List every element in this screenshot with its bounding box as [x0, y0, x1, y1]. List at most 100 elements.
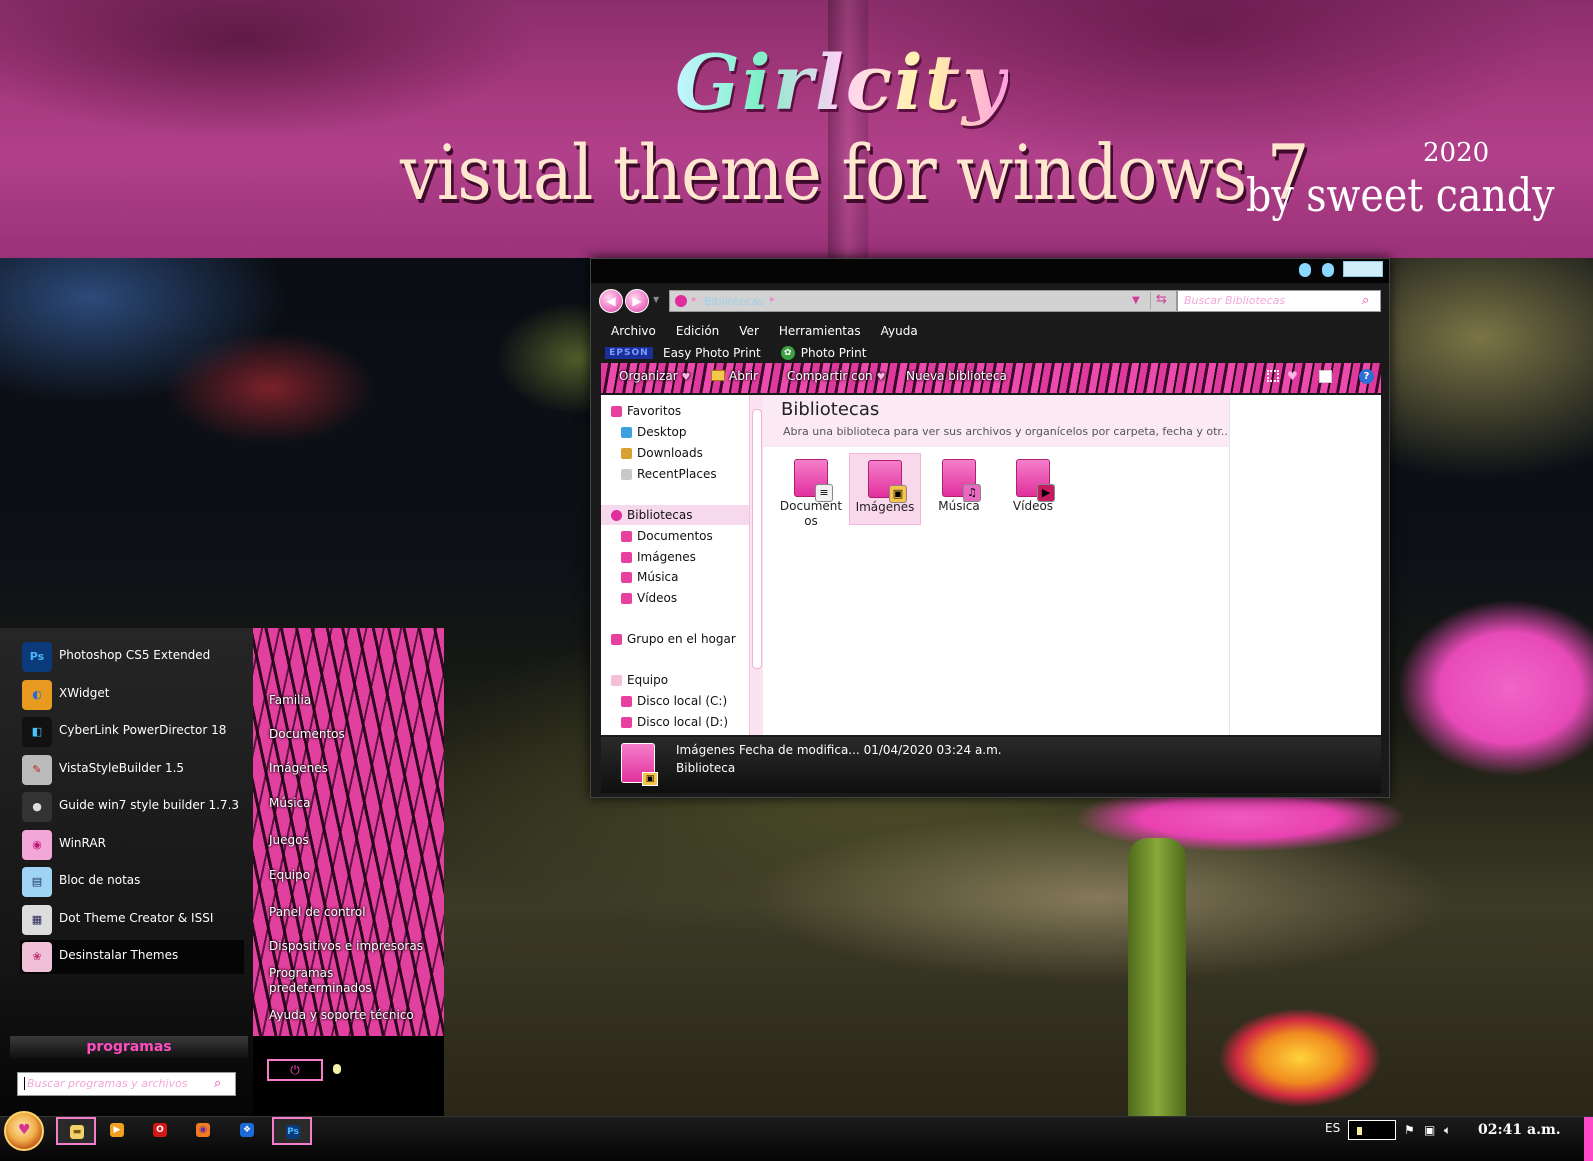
nav-item-vídeos[interactable]: Vídeos [601, 588, 749, 608]
breadcrumb-bibliotecas[interactable]: Bibliotecas [704, 295, 764, 308]
place-familia[interactable]: Familia [269, 693, 311, 708]
breadcrumb-arrow-icon[interactable]: ▸ [770, 294, 775, 305]
start-search-input[interactable] [24, 1077, 204, 1090]
recent-pages-dropdown[interactable]: ▼ [653, 295, 659, 304]
place-ayuda-y-soporte-técnico[interactable]: Ayuda y soporte técnico [269, 1008, 414, 1023]
taskbar-photoshop-taskbar-button[interactable]: Ps [272, 1117, 312, 1145]
address-dropdown-icon[interactable]: ▼ [1132, 295, 1140, 306]
preview-pane-icon[interactable] [1319, 370, 1332, 383]
window-titlebar[interactable] [591, 259, 1389, 283]
taskbar-media-player-button[interactable]: ▶ [98, 1117, 138, 1145]
program-label: Desinstalar Themes [59, 948, 179, 962]
all-programs-button[interactable]: programas [10, 1036, 248, 1058]
view-options-heart-icon[interactable]: ♥ [1287, 369, 1298, 383]
taskbar-firefox-button[interactable]: ◉ [184, 1117, 224, 1145]
start-search-box[interactable]: ⌕ [17, 1072, 236, 1096]
share-with-button[interactable]: Compartir con ♥ [787, 369, 885, 383]
nav-item-música[interactable]: Música [601, 567, 749, 587]
menu-ayuda[interactable]: Ayuda [871, 322, 928, 342]
help-icon[interactable]: ? [1359, 369, 1374, 384]
nav-item-bibliotecas[interactable]: Bibliotecas [601, 505, 749, 525]
nav-item-desktop[interactable]: Desktop [601, 422, 749, 442]
action-center-flag-icon[interactable]: ⚑ [1404, 1123, 1415, 1137]
library-images[interactable]: ▣ Imágenes [849, 453, 921, 525]
refresh-icon[interactable]: ⇆ [1150, 292, 1172, 310]
nav-item-disco-local-d-[interactable]: Disco local (D:) [601, 712, 749, 732]
taskbar-opera-button[interactable]: O [141, 1117, 181, 1145]
menu-archivo[interactable]: Archivo [601, 322, 666, 342]
breadcrumb-arrow-icon[interactable]: ▸ [692, 294, 697, 305]
menu-ver[interactable]: Ver [729, 322, 769, 342]
address-bar[interactable]: ▸ Bibliotecas ▸ ▼ ⇆ [669, 290, 1177, 312]
nav-item-documentos[interactable]: Documentos [601, 526, 749, 546]
shutdown-button[interactable]: ⏻ [267, 1059, 323, 1081]
network-icon[interactable]: ▣ [1424, 1123, 1435, 1137]
place-equipo[interactable]: Equipo [269, 868, 310, 883]
taskbar-dropbox-button[interactable]: ❖ [228, 1117, 268, 1145]
menu-edicion[interactable]: Edición [666, 322, 729, 342]
forward-button[interactable]: ▶ [625, 289, 649, 313]
easy-photo-print-button[interactable]: Easy Photo Print [663, 346, 761, 360]
place-dispositivos-e-impresoras[interactable]: Dispositivos e impresoras [269, 939, 423, 954]
change-view-icon[interactable] [1267, 370, 1279, 382]
menu-herramientas[interactable]: Herramientas [769, 322, 871, 342]
nav-item-downloads[interactable]: Downloads [601, 443, 749, 463]
program-winrar[interactable]: ◉ WinRAR [20, 828, 244, 862]
library-music[interactable]: ♫ Música [923, 453, 995, 525]
program-photoshop[interactable]: Ps Photoshop CS5 Extended [20, 640, 244, 674]
navigation-scrollbar[interactable] [749, 395, 763, 735]
program-vistastylebuilder[interactable]: ✎ VistaStyleBuilder 1.5 [20, 753, 244, 787]
program-guide[interactable]: ● Guide win7 style builder 1.7.3 [20, 790, 244, 824]
search-icon[interactable]: ⌕ [1362, 293, 1369, 308]
program-label: Bloc de notas [59, 873, 141, 887]
program-xwidget[interactable]: ◐ XWidget [20, 678, 244, 712]
nav-item-disco-local-c-[interactable]: Disco local (C:) [601, 691, 749, 711]
nav-item-grupo-en-el-hogar[interactable]: Grupo en el hogar [601, 629, 749, 649]
program-notepad[interactable]: ▤ Bloc de notas [20, 865, 244, 899]
library-documents[interactable]: ≡ Document os [775, 453, 847, 528]
nav-item-imágenes[interactable]: Imágenes [601, 547, 749, 567]
program-uninstall-themes[interactable]: ❀ Desinstalar Themes [20, 940, 244, 974]
nav-item-equipo[interactable]: Equipo [601, 670, 749, 690]
place-programas-predeterminados[interactable]: Programas predeterminados [269, 966, 372, 996]
taskbar-explorer-button[interactable]: ▬ [56, 1117, 96, 1145]
nav-item-label: Imágenes [637, 550, 696, 564]
new-library-button[interactable]: Nueva biblioteca [906, 369, 1007, 383]
open-button[interactable]: Abrir [711, 369, 758, 383]
program-powerdirector[interactable]: ◧ CyberLink PowerDirector 18 [20, 715, 244, 749]
photo-print-button[interactable]: Photo Print [801, 346, 867, 360]
explorer-search-input[interactable] [1184, 294, 1354, 307]
language-indicator[interactable]: ES [1325, 1121, 1340, 1135]
nav-item-label: Downloads [637, 446, 703, 460]
place-imágenes[interactable]: Imágenes [269, 761, 328, 776]
photoshop-icon: Ps [22, 642, 52, 672]
place-juegos[interactable]: Juegos [269, 833, 309, 848]
back-button[interactable]: ◀ [599, 289, 623, 313]
library-videos[interactable]: ▶ Vídeos [997, 453, 1069, 525]
documents-library-icon: ≡ [794, 459, 833, 502]
theme-tagline: visual theme for windows 7 [400, 128, 1309, 217]
minimize-button[interactable] [1299, 263, 1311, 277]
library-badge-icon: ▶ [1037, 484, 1055, 502]
tray-toolbar[interactable] [1348, 1120, 1396, 1140]
close-button[interactable] [1343, 261, 1383, 277]
selected-item-type: Biblioteca [676, 761, 736, 775]
organize-button[interactable]: Organizar ♥ [619, 369, 690, 383]
place-panel-de-control[interactable]: Panel de control [269, 905, 366, 920]
explorer-search-box[interactable]: ⌕ [1177, 290, 1381, 312]
search-icon[interactable]: ⌕ [214, 1076, 221, 1091]
scrollbar-thumb[interactable] [752, 409, 762, 669]
start-button[interactable]: ♥ [4, 1111, 44, 1151]
clock[interactable]: 02:41 a.m. [1478, 1122, 1561, 1138]
show-desktop-button[interactable] [1584, 1117, 1593, 1161]
program-dot-theme-creator[interactable]: ▦ Dot Theme Creator & ISSI [20, 903, 244, 937]
place-música[interactable]: Música [269, 796, 311, 811]
shutdown-options-icon[interactable] [333, 1064, 341, 1074]
explorer-window[interactable]: ◀ ▶ ▼ ▸ Bibliotecas ▸ ▼ ⇆ ⌕ Archivo Edic… [590, 258, 1390, 798]
nav-item-recentplaces[interactable]: RecentPlaces [601, 464, 749, 484]
downloads-icon [621, 448, 632, 459]
maximize-button[interactable] [1322, 263, 1334, 277]
place-documentos[interactable]: Documentos [269, 727, 345, 742]
nav-item-favoritos[interactable]: Favoritos [601, 401, 749, 421]
volume-icon[interactable]: 🔈︎ [1444, 1123, 1451, 1138]
